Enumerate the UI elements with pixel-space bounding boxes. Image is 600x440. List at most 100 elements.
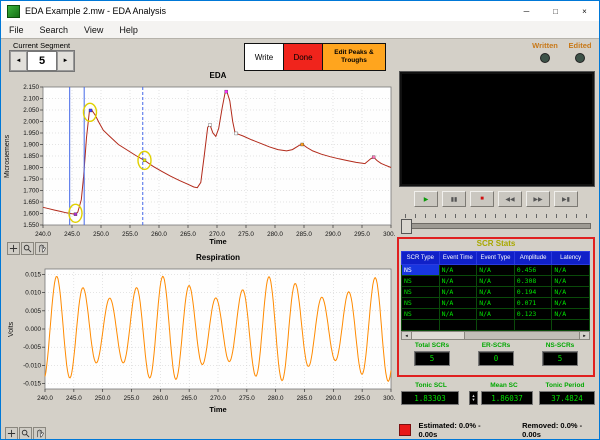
written-led	[540, 53, 550, 63]
svg-text:-0.015: -0.015	[23, 381, 41, 388]
transport-controls: ▶ ▮▮ ■ ◀◀ ▶▶ ▶▮	[399, 191, 593, 208]
edited-led	[575, 53, 585, 63]
ns-scrs-label: NS-SCRs	[530, 342, 590, 349]
done-button[interactable]: Done	[284, 44, 323, 70]
scrollbar-left-arrow[interactable]: ◄	[402, 332, 412, 339]
action-button-group: Write Done Edit Peaks & Troughs	[244, 43, 386, 71]
skip-end-button[interactable]: ▶▮	[554, 191, 578, 207]
mean-sc-value: 1.86037	[481, 391, 533, 405]
current-segment-label: Current Segment	[13, 41, 70, 50]
minimize-button[interactable]: ─	[512, 1, 541, 21]
eda-x-axis-label: Time	[45, 237, 391, 246]
play-button[interactable]: ▶	[414, 191, 438, 207]
slider-thumb[interactable]	[401, 219, 412, 234]
svg-text:295.0: 295.0	[354, 395, 370, 402]
slider-ticks	[405, 214, 587, 219]
scr-column-header[interactable]: Latency	[552, 252, 590, 265]
respiration-chart: Respiration Volts -0.015-0.010-0.0050.00…	[5, 253, 395, 425]
svg-text:0.000: 0.000	[25, 326, 41, 333]
spin-down-icon[interactable]: ▼	[472, 398, 476, 402]
close-button[interactable]: ×	[570, 1, 599, 21]
scr-table-row[interactable]: NSN/AN/A0.194N/A	[402, 287, 590, 298]
scr-table-row[interactable]: NSN/AN/A0.123N/A	[402, 309, 590, 320]
svg-text:240.0: 240.0	[37, 395, 53, 402]
menu-item-view[interactable]: View	[76, 25, 111, 35]
svg-text:1.600: 1.600	[23, 211, 39, 218]
eda-chart: EDA Microsiemens 1.5501.6001.6501.7001.7…	[5, 71, 395, 251]
forward-button[interactable]: ▶▶	[526, 191, 550, 207]
menu-item-help[interactable]: Help	[111, 25, 146, 35]
scr-table-row[interactable]: NSN/AN/A0.456N/A	[402, 265, 590, 276]
svg-text:255.0: 255.0	[124, 395, 140, 402]
status-led	[399, 424, 411, 436]
svg-text:0.010: 0.010	[25, 290, 41, 297]
svg-text:1.850: 1.850	[23, 153, 39, 160]
zoom-icon[interactable]	[19, 427, 32, 440]
title-bar: EDA Example 2.mw - EDA Analysis ─ □ ×	[1, 1, 599, 22]
mean-sc-spinner[interactable]: ▲ ▼	[469, 391, 478, 405]
respiration-x-axis-label: Time	[45, 405, 391, 414]
scrollbar-right-arrow[interactable]: ►	[579, 332, 589, 339]
app-window: EDA Example 2.mw - EDA Analysis ─ □ × Fi…	[0, 0, 600, 440]
rewind-button[interactable]: ◀◀	[498, 191, 522, 207]
segment-prev-button[interactable]: ◄	[10, 51, 27, 71]
total-scrs-indicator: Total SCRs 5	[402, 342, 462, 366]
er-scrs-indicator: ER-SCRs 0	[466, 342, 526, 366]
scr-table-row[interactable]: NSN/AN/A0.308N/A	[402, 276, 590, 287]
svg-text:2.150: 2.150	[23, 84, 39, 91]
er-scrs-value: 0	[478, 351, 514, 366]
svg-text:245.0: 245.0	[66, 395, 82, 402]
svg-text:0.005: 0.005	[25, 308, 41, 315]
svg-text:1.750: 1.750	[23, 176, 39, 183]
scr-header-row: SCR TypeEvent TimeEvent TypeAmplitudeLat…	[402, 252, 590, 265]
menu-item-search[interactable]: Search	[32, 25, 77, 35]
total-scrs-label: Total SCRs	[402, 342, 462, 349]
respiration-graph-tools	[5, 427, 46, 440]
pan-hand-icon[interactable]	[33, 427, 46, 440]
scr-table-scrollbar[interactable]: ◄ ►	[401, 331, 590, 340]
maximize-button[interactable]: □	[541, 1, 570, 21]
er-scrs-label: ER-SCRs	[466, 342, 526, 349]
stop-button[interactable]: ■	[470, 191, 494, 207]
scr-table-empty-row	[402, 320, 590, 331]
svg-text:275.0: 275.0	[239, 395, 255, 402]
eda-plot[interactable]: 1.5501.6001.6501.7001.7501.8001.8501.900…	[5, 81, 395, 237]
svg-text:300.0: 300.0	[383, 395, 395, 402]
svg-text:1.900: 1.900	[23, 142, 39, 149]
pause-button[interactable]: ▮▮	[442, 191, 466, 207]
svg-text:2.000: 2.000	[23, 119, 39, 126]
svg-text:2.050: 2.050	[23, 107, 39, 114]
svg-text:260.0: 260.0	[152, 395, 168, 402]
menu-item-file[interactable]: File	[1, 25, 32, 35]
total-scrs-value: 5	[414, 351, 450, 366]
scr-column-header[interactable]: Amplitude	[514, 252, 552, 265]
svg-text:265.0: 265.0	[181, 395, 197, 402]
tonic-scl-label: Tonic SCL	[399, 382, 463, 389]
removed-text: Removed: 0.0% - 0.00s	[522, 421, 599, 439]
svg-text:285.0: 285.0	[297, 395, 313, 402]
current-segment-control: ◄ 5 ►	[9, 50, 75, 72]
scr-table-row[interactable]: NSN/AN/A0.071N/A	[402, 298, 590, 309]
scr-column-header[interactable]: SCR Type	[402, 252, 440, 265]
slider-track[interactable]	[401, 223, 591, 229]
crosshair-icon[interactable]	[5, 427, 18, 440]
segment-next-button[interactable]: ►	[57, 51, 74, 71]
timeline-slider[interactable]	[399, 213, 593, 233]
respiration-plot[interactable]: -0.015-0.010-0.0050.0000.0050.0100.01524…	[5, 263, 395, 403]
scrollbar-thumb[interactable]	[412, 332, 465, 339]
svg-text:280.0: 280.0	[268, 395, 284, 402]
svg-text:250.0: 250.0	[95, 395, 111, 402]
respiration-chart-title: Respiration	[45, 253, 391, 262]
scr-column-header[interactable]: Event Time	[439, 252, 477, 265]
scr-column-header[interactable]: Event Type	[477, 252, 515, 265]
svg-text:1.800: 1.800	[23, 165, 39, 172]
segment-value-display[interactable]: 5	[27, 51, 57, 71]
svg-text:2.100: 2.100	[23, 96, 39, 103]
scr-stats-table[interactable]: SCR TypeEvent TimeEvent TypeAmplitudeLat…	[401, 251, 590, 331]
edit-peaks-troughs-button[interactable]: Edit Peaks & Troughs	[323, 44, 385, 70]
write-button[interactable]: Write	[245, 44, 284, 70]
svg-text:270.0: 270.0	[210, 395, 226, 402]
svg-text:1.650: 1.650	[23, 199, 39, 206]
ns-scrs-indicator: NS-SCRs 5	[530, 342, 590, 366]
video-display	[399, 71, 595, 187]
